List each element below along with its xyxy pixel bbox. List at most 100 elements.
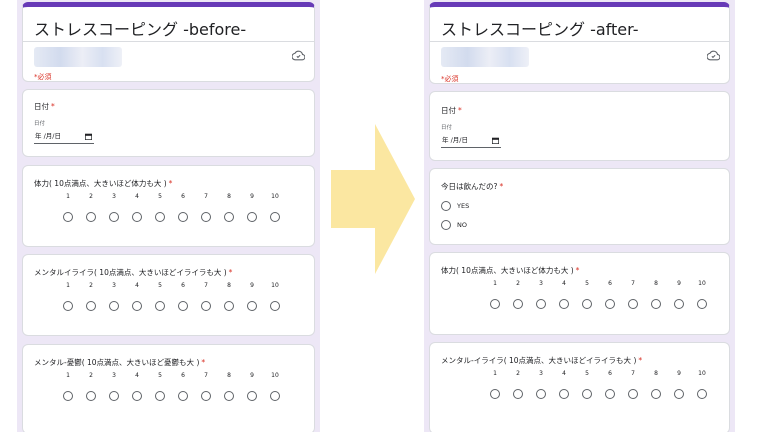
scale-radio-7[interactable] <box>628 299 638 309</box>
scale-radio-6[interactable] <box>605 299 615 309</box>
scale-number: 1 <box>66 193 70 200</box>
scale-question-card: 体力( 10点満点、大きいほど体力も大 ) * 1 2 3 4 5 6 7 8 9 10 <box>22 165 315 247</box>
question-text: 体力( 10点満点、大きいほど体力も大 ) <box>441 266 574 275</box>
question-label: メンタル-イライラ( 10点満点、大きいほどイライラも大 ) * <box>441 355 642 366</box>
scale-radio-7[interactable] <box>201 212 211 222</box>
scale-number: 10 <box>271 193 279 200</box>
date-question-card: 日付 * 日付 年 /月/日 <box>22 89 315 157</box>
scale-radio-1[interactable] <box>490 299 500 309</box>
scale-radio-4[interactable] <box>132 212 142 222</box>
scale-number: 2 <box>89 372 93 379</box>
scale-radio-2[interactable] <box>513 389 523 399</box>
scale-radio-7[interactable] <box>628 389 638 399</box>
form-header-card: ストレスコーピング -before- *必須 <box>22 2 315 82</box>
date-input[interactable]: 年 /月/日 <box>34 131 94 144</box>
scale-radio-5[interactable] <box>582 389 592 399</box>
question-text: メンタル-憂鬱( 10点満点、大きいほど憂鬱も大 ) <box>34 358 200 367</box>
scale-radio-6[interactable] <box>605 389 615 399</box>
scale-radio-7[interactable] <box>201 301 211 311</box>
option-yes[interactable]: YES <box>441 200 469 212</box>
scale-number: 9 <box>677 370 681 377</box>
date-sub-label: 日付 <box>34 121 46 127</box>
scale-radio-10[interactable] <box>270 301 280 311</box>
scale-radio-2[interactable] <box>86 301 96 311</box>
scale-number: 7 <box>204 372 208 379</box>
cloud-done-icon[interactable] <box>292 49 305 62</box>
required-mark: * <box>168 179 173 188</box>
scale-radio-8[interactable] <box>224 391 234 401</box>
required-mark: * <box>575 266 580 275</box>
comparison-stage: ストレスコーピング -before- *必須 日付 * 日付 年 /月/日 体力… <box>0 0 768 432</box>
form-header-card: ストレスコーピング -after- *必須 <box>429 2 730 84</box>
option-label: NO <box>457 221 467 229</box>
header-divider <box>430 41 729 42</box>
scale-radio-1[interactable] <box>490 389 500 399</box>
radio-button[interactable] <box>441 201 451 211</box>
scale-radio-8[interactable] <box>651 299 661 309</box>
scale-radio-10[interactable] <box>697 299 707 309</box>
scale-number: 8 <box>227 193 231 200</box>
scale-radio-4[interactable] <box>132 301 142 311</box>
scale-question-card: メンタル-イライラ( 10点満点、大きいほどイライラも大 ) * 1 2 3 4 5 6 7 8 9… <box>429 342 730 432</box>
scale-radio-9[interactable] <box>247 301 257 311</box>
scale-number: 4 <box>135 193 139 200</box>
scale-radio-10[interactable] <box>697 389 707 399</box>
calendar-icon[interactable] <box>85 133 92 140</box>
scale-radio-2[interactable] <box>86 212 96 222</box>
scale-number: 8 <box>227 282 231 289</box>
scale-radio-6[interactable] <box>178 301 188 311</box>
scale-number: 3 <box>539 280 543 287</box>
scale-numbers: 1 2 3 4 5 6 7 8 9 10 <box>430 370 729 380</box>
scale-number: 4 <box>135 372 139 379</box>
scale-number: 3 <box>112 372 116 379</box>
scale-radio-1[interactable] <box>63 391 73 401</box>
scale-radio-10[interactable] <box>270 391 280 401</box>
scale-radio-3[interactable] <box>109 391 119 401</box>
scale-numbers: 1 2 3 4 5 6 7 8 9 10 <box>23 372 314 382</box>
scale-radio-6[interactable] <box>178 391 188 401</box>
scale-radio-2[interactable] <box>513 299 523 309</box>
scale-number: 3 <box>112 282 116 289</box>
scale-numbers: 1 2 3 4 5 6 7 8 9 10 <box>23 193 314 203</box>
scale-radio-9[interactable] <box>674 299 684 309</box>
option-no[interactable]: NO <box>441 219 467 231</box>
scale-radio-7[interactable] <box>201 391 211 401</box>
scale-radio-4[interactable] <box>132 391 142 401</box>
scale-radio-3[interactable] <box>109 301 119 311</box>
scale-radio-4[interactable] <box>559 389 569 399</box>
scale-radio-9[interactable] <box>674 389 684 399</box>
scale-radio-6[interactable] <box>178 212 188 222</box>
radio-button[interactable] <box>441 220 451 230</box>
calendar-icon[interactable] <box>492 137 499 144</box>
scale-radio-1[interactable] <box>63 301 73 311</box>
scale-radio-3[interactable] <box>109 212 119 222</box>
date-input-value: 年 /月/日 <box>35 132 61 140</box>
scale-radio-5[interactable] <box>155 212 165 222</box>
scale-radio-5[interactable] <box>155 391 165 401</box>
scale-number: 6 <box>181 372 185 379</box>
scale-radio-3[interactable] <box>536 389 546 399</box>
scale-radio-8[interactable] <box>224 301 234 311</box>
scale-radio-2[interactable] <box>86 391 96 401</box>
scale-radio-1[interactable] <box>63 212 73 222</box>
scale-radio-5[interactable] <box>582 299 592 309</box>
scale-radio-3[interactable] <box>536 299 546 309</box>
date-input[interactable]: 年 /月/日 <box>441 135 501 148</box>
scale-number: 6 <box>181 282 185 289</box>
scale-radio-row <box>23 391 314 403</box>
scale-radio-8[interactable] <box>651 389 661 399</box>
scale-number: 1 <box>493 280 497 287</box>
scale-radio-9[interactable] <box>247 212 257 222</box>
scale-radio-9[interactable] <box>247 391 257 401</box>
question-label: 日付 * <box>441 105 462 116</box>
scale-radio-10[interactable] <box>270 212 280 222</box>
cloud-done-icon[interactable] <box>707 49 720 62</box>
scale-radio-8[interactable] <box>224 212 234 222</box>
account-email-blurred <box>441 47 529 67</box>
scale-number: 2 <box>516 280 520 287</box>
scale-radio-5[interactable] <box>155 301 165 311</box>
scale-number: 1 <box>66 372 70 379</box>
date-input-value: 年 /月/日 <box>442 136 468 144</box>
scale-number: 9 <box>250 372 254 379</box>
scale-radio-4[interactable] <box>559 299 569 309</box>
